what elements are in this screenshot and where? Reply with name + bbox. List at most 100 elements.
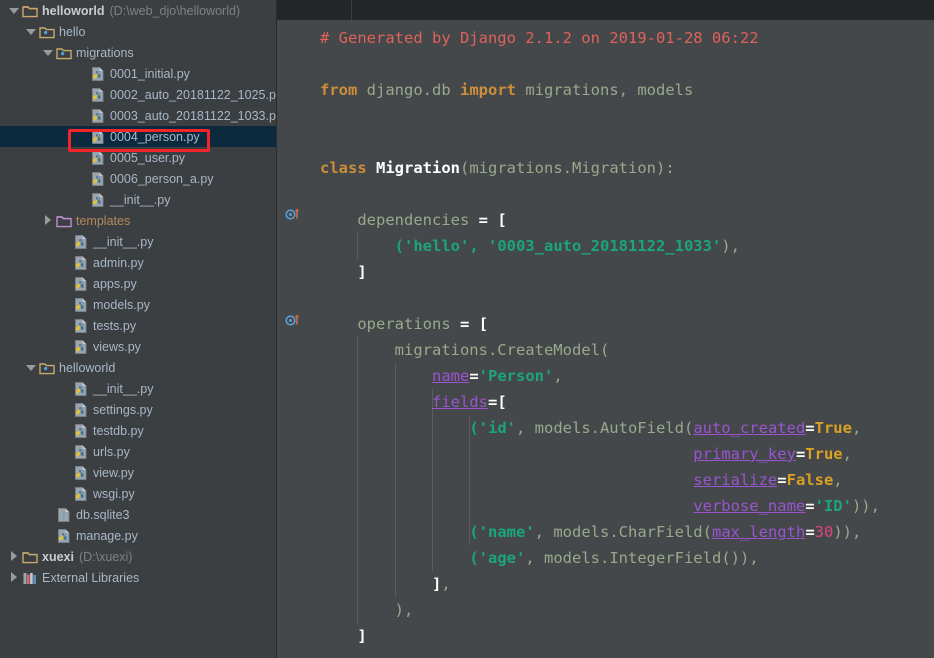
tree-item-label: 0006_person_a.py xyxy=(110,171,214,186)
chevron-down-icon[interactable] xyxy=(8,5,19,16)
tree-item-label: apps.py xyxy=(93,276,137,291)
module-folder-icon xyxy=(39,360,55,376)
python-file-icon xyxy=(73,339,89,355)
class-member-marker[interactable] xyxy=(285,205,301,221)
module-folder-icon xyxy=(56,45,72,61)
tree-item[interactable]: 0003_auto_20181122_1033.py xyxy=(0,105,277,126)
tree-item[interactable]: manage.py xyxy=(0,525,277,546)
tree-item[interactable]: templates xyxy=(0,210,277,231)
python-file-icon xyxy=(73,276,89,292)
class-member-marker[interactable] xyxy=(285,311,301,327)
chevron-right-icon[interactable] xyxy=(42,215,53,226)
tree-item[interactable]: xuexi (D:\xuexi) xyxy=(0,546,277,567)
python-file-icon xyxy=(90,66,106,82)
tree-item-path: (D:\web_djo\helloworld) xyxy=(109,3,241,18)
project-tool-window[interactable]: helloworld (D:\web_djo\helloworld)hello mi… xyxy=(0,0,277,658)
tree-item-label: 0005_user.py xyxy=(110,150,186,165)
python-file-icon xyxy=(73,444,89,460)
tree-item[interactable]: __init__.py xyxy=(0,189,277,210)
editor-gutter[interactable] xyxy=(277,20,308,658)
tree-item[interactable]: 0002_auto_20181122_1025.py xyxy=(0,84,277,105)
tree-item[interactable]: hello xyxy=(0,21,277,42)
tree-item-label: 0003_auto_20181122_1033.py xyxy=(110,108,277,123)
folder-icon xyxy=(22,3,38,19)
tree-item[interactable]: models.py xyxy=(0,294,277,315)
tree-item[interactable]: apps.py xyxy=(0,273,277,294)
python-file-icon xyxy=(73,255,89,271)
folder-icon xyxy=(22,549,38,565)
tree-item-label: urls.py xyxy=(93,444,130,459)
python-file-icon xyxy=(73,423,89,439)
python-file-icon xyxy=(90,171,106,187)
module-folder-icon xyxy=(39,24,55,40)
tree-item-label: __init__.py xyxy=(93,381,154,396)
python-file-icon xyxy=(90,129,106,145)
tree-item[interactable]: view.py xyxy=(0,462,277,483)
tree-item[interactable]: helloworld (D:\web_djo\helloworld) xyxy=(0,0,277,21)
code-view[interactable]: # Generated by Django 2.1.2 on 2019-01-2… xyxy=(308,20,934,658)
tree-item-label: views.py xyxy=(93,339,141,354)
tree-item[interactable]: helloworld xyxy=(0,357,277,378)
tree-item-label: helloworld xyxy=(42,3,105,18)
tree-item-label: templates xyxy=(76,213,131,228)
python-file-icon xyxy=(90,87,106,103)
tree-item-label: migrations xyxy=(76,45,134,60)
tree-item-label: manage.py xyxy=(76,528,138,543)
tree-item-label: __init__.py xyxy=(110,192,171,207)
tree-item[interactable]: urls.py xyxy=(0,441,277,462)
chevron-down-icon[interactable] xyxy=(25,26,36,37)
tree-item[interactable]: tests.py xyxy=(0,315,277,336)
python-file-icon xyxy=(90,108,106,124)
tree-item-label: helloworld xyxy=(59,360,116,375)
tree-item[interactable]: __init__.py xyxy=(0,231,277,252)
python-file-icon xyxy=(56,528,72,544)
tree-item[interactable]: 0001_initial.py xyxy=(0,63,277,84)
tree-item[interactable]: views.py xyxy=(0,336,277,357)
tree-item-label: testdb.py xyxy=(93,423,144,438)
tree-item[interactable]: wsgi.py xyxy=(0,483,277,504)
tree-item-selected[interactable]: 0004_person.py xyxy=(0,126,277,147)
chevron-down-icon[interactable] xyxy=(25,362,36,373)
project-tree[interactable]: helloworld (D:\web_djo\helloworld)hello mi… xyxy=(0,0,277,588)
tree-item-label: models.py xyxy=(93,297,150,312)
unknown-file-icon: ? xyxy=(56,507,72,523)
tree-item-label: view.py xyxy=(93,465,134,480)
python-file-icon xyxy=(73,318,89,334)
tree-item-label: settings.py xyxy=(93,402,153,417)
tree-item-label: 0004_person.py xyxy=(110,129,200,144)
editor-area[interactable]: # Generated by Django 2.1.2 on 2019-01-2… xyxy=(277,0,934,658)
source-code[interactable]: # Generated by Django 2.1.2 on 2019-01-2… xyxy=(308,20,934,649)
tree-item[interactable]: ? db.sqlite3 xyxy=(0,504,277,525)
tree-item-label: db.sqlite3 xyxy=(76,507,130,522)
tree-item[interactable]: External Libraries xyxy=(0,567,277,588)
tree-item-label: External Libraries xyxy=(42,570,140,585)
python-file-icon xyxy=(73,486,89,502)
libraries-icon xyxy=(22,570,38,586)
chevron-down-icon[interactable] xyxy=(42,47,53,58)
tree-item[interactable]: admin.py xyxy=(0,252,277,273)
tree-item[interactable]: migrations xyxy=(0,42,277,63)
tree-item-label: tests.py xyxy=(93,318,137,333)
tree-item[interactable]: testdb.py xyxy=(0,420,277,441)
chevron-right-icon[interactable] xyxy=(8,551,19,562)
tree-item-label: wsgi.py xyxy=(93,486,135,501)
python-file-icon xyxy=(73,381,89,397)
tree-item[interactable]: __init__.py xyxy=(0,378,277,399)
python-file-icon xyxy=(90,192,106,208)
chevron-right-icon[interactable] xyxy=(8,572,19,583)
tree-item[interactable]: 0005_user.py xyxy=(0,147,277,168)
tab-bar-segment xyxy=(277,0,352,20)
python-file-icon xyxy=(90,150,106,166)
tree-item[interactable]: 0006_person_a.py xyxy=(0,168,277,189)
tree-item[interactable]: settings.py xyxy=(0,399,277,420)
templates-folder-icon xyxy=(56,213,72,229)
tree-item-label: 0001_initial.py xyxy=(110,66,190,81)
tree-item-label: admin.py xyxy=(93,255,144,270)
sidebar-divider xyxy=(276,0,277,658)
